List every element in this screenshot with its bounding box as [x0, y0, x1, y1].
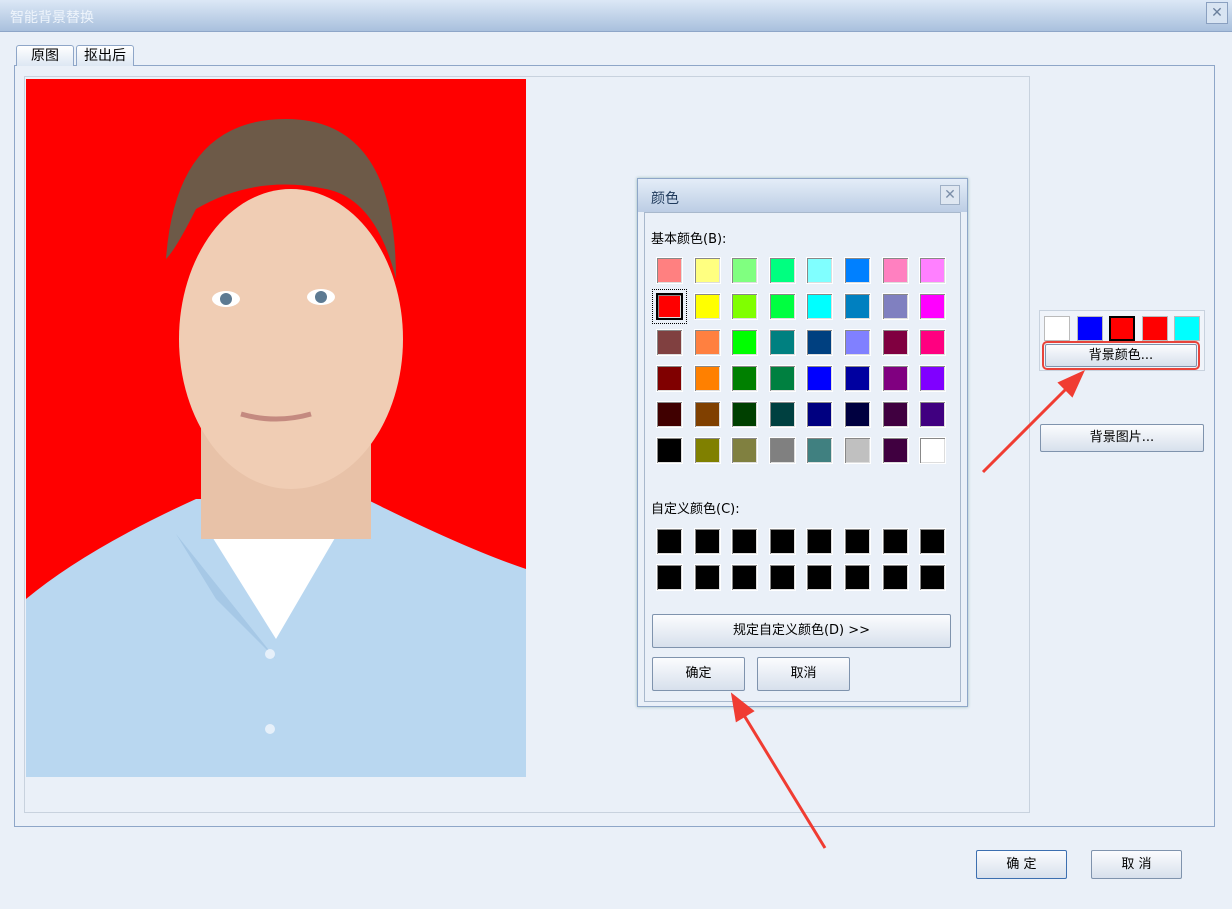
basic-color-swatch[interactable] [919, 293, 947, 320]
basic-color-swatch[interactable] [693, 329, 721, 356]
define-custom-colors-button[interactable]: 规定自定义颜色(D) >> [652, 614, 951, 648]
custom-color-swatch[interactable] [919, 564, 947, 591]
basic-color-swatch[interactable] [844, 365, 871, 392]
tab-cutout[interactable]: 抠出后 [76, 45, 134, 66]
basic-color-swatch[interactable] [881, 437, 909, 464]
background-color-swatch[interactable] [1076, 316, 1103, 341]
basic-color-swatch[interactable] [731, 365, 759, 392]
basic-color-swatch[interactable] [768, 365, 796, 392]
portrait-photo [26, 79, 526, 777]
basic-colors-label: 基本颜色(B): [651, 232, 727, 247]
window-title: 智能背景替换 [10, 10, 94, 26]
background-color-swatch[interactable] [1174, 316, 1200, 341]
basic-color-swatch[interactable] [881, 329, 909, 356]
basic-color-swatch[interactable] [881, 257, 909, 284]
basic-color-swatch[interactable] [806, 257, 834, 284]
custom-color-swatch[interactable] [919, 528, 947, 555]
custom-color-swatch[interactable] [693, 564, 721, 591]
custom-color-swatch[interactable] [731, 564, 759, 591]
basic-color-swatch[interactable] [919, 437, 947, 464]
basic-color-swatch[interactable] [844, 257, 871, 284]
basic-color-swatch[interactable] [881, 365, 909, 392]
custom-color-swatch[interactable] [656, 564, 683, 591]
color-dialog-title: 颜色 [651, 191, 679, 207]
custom-color-swatch[interactable] [844, 528, 871, 555]
color-dialog-cancel-button[interactable]: 取消 [757, 657, 850, 691]
custom-color-swatch[interactable] [693, 528, 721, 555]
ok-button[interactable]: 确 定 [976, 850, 1067, 879]
color-dialog-ok-button[interactable]: 确定 [652, 657, 745, 691]
custom-color-swatch[interactable] [731, 528, 759, 555]
basic-color-swatch[interactable] [806, 293, 834, 320]
tab-original[interactable]: 原图 [16, 45, 74, 66]
basic-color-swatch[interactable] [844, 329, 871, 356]
color-dialog-close-button[interactable]: ✕ [940, 185, 960, 205]
basic-color-swatch[interactable] [806, 401, 834, 428]
basic-color-swatch[interactable] [693, 257, 721, 284]
basic-color-swatch[interactable] [768, 437, 796, 464]
basic-color-swatch[interactable] [881, 401, 909, 428]
basic-color-swatch[interactable] [768, 293, 796, 320]
custom-color-swatch[interactable] [806, 528, 834, 555]
basic-color-swatch[interactable] [731, 293, 759, 320]
basic-color-swatch[interactable] [844, 401, 871, 428]
basic-color-swatch[interactable] [652, 289, 687, 324]
basic-color-swatch[interactable] [768, 329, 796, 356]
background-color-swatch[interactable] [1044, 316, 1070, 341]
basic-color-swatch[interactable] [656, 437, 683, 464]
basic-color-swatch[interactable] [844, 437, 871, 464]
basic-color-swatch[interactable] [693, 437, 721, 464]
color-dialog-titlebar[interactable]: 颜色 ✕ [638, 179, 967, 212]
title-bar: 智能背景替换 ✕ [0, 0, 1232, 32]
basic-color-swatch[interactable] [806, 437, 834, 464]
basic-color-swatch[interactable] [881, 293, 909, 320]
background-image-button[interactable]: 背景图片... [1040, 424, 1204, 452]
basic-color-swatch[interactable] [656, 257, 683, 284]
background-color-swatch[interactable] [1141, 316, 1168, 341]
basic-color-swatch[interactable] [656, 329, 683, 356]
basic-color-swatch[interactable] [693, 401, 721, 428]
custom-color-swatch[interactable] [768, 564, 796, 591]
basic-color-swatch[interactable] [806, 365, 834, 392]
basic-color-swatch[interactable] [693, 293, 721, 320]
basic-color-swatch[interactable] [731, 437, 759, 464]
basic-color-swatch[interactable] [844, 293, 871, 320]
basic-color-swatch[interactable] [919, 365, 947, 392]
basic-color-swatch[interactable] [768, 257, 796, 284]
basic-color-swatch[interactable] [919, 257, 947, 284]
basic-color-swatch[interactable] [731, 257, 759, 284]
custom-color-swatch[interactable] [806, 564, 834, 591]
basic-color-swatch[interactable] [919, 329, 947, 356]
custom-color-swatch[interactable] [844, 564, 871, 591]
background-color-button[interactable]: 背景颜色... [1042, 341, 1200, 370]
window-close-button[interactable]: ✕ [1206, 2, 1228, 24]
cancel-button[interactable]: 取 消 [1091, 850, 1182, 879]
custom-color-swatch[interactable] [881, 564, 909, 591]
basic-color-swatch[interactable] [731, 329, 759, 356]
background-color-swatch[interactable] [1109, 316, 1135, 341]
custom-colors-label: 自定义颜色(C): [651, 502, 740, 517]
basic-color-swatch[interactable] [693, 365, 721, 392]
custom-color-swatch[interactable] [768, 528, 796, 555]
basic-color-swatch[interactable] [656, 401, 683, 428]
custom-color-swatch[interactable] [656, 528, 683, 555]
color-dialog: 颜色 ✕ 基本颜色(B): 自定义颜色(C): 规定自定义颜色(D) >> 确定… [637, 178, 968, 707]
custom-color-swatch[interactable] [881, 528, 909, 555]
basic-color-swatch[interactable] [919, 401, 947, 428]
basic-color-swatch[interactable] [806, 329, 834, 356]
basic-color-swatch[interactable] [768, 401, 796, 428]
basic-color-swatch[interactable] [656, 365, 683, 392]
basic-color-swatch[interactable] [731, 401, 759, 428]
